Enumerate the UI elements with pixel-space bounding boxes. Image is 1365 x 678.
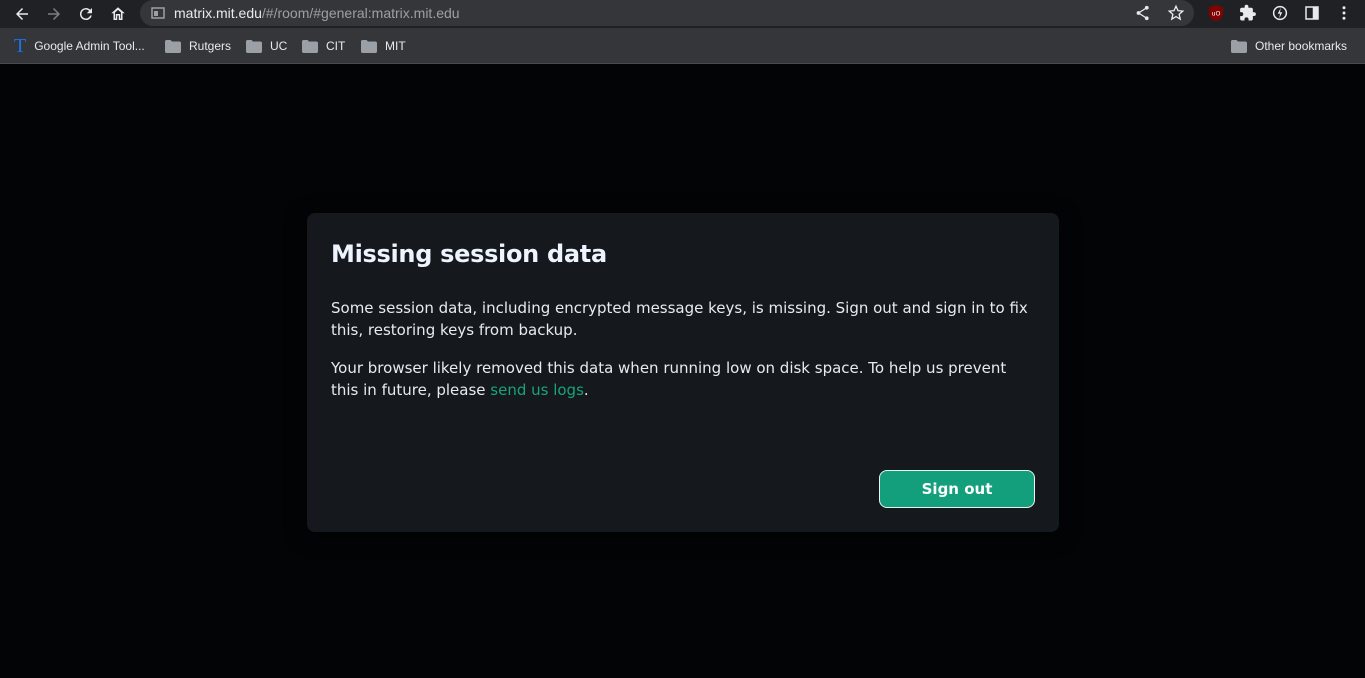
other-bookmarks-folder[interactable]: Other bookmarks xyxy=(1231,37,1347,55)
svg-text:uO: uO xyxy=(1212,11,1221,18)
bookmark-label: CIT xyxy=(326,39,346,53)
bookmark-label: Other bookmarks xyxy=(1255,39,1348,53)
bookmark-google-admin[interactable]: T Google Admin Tool... xyxy=(14,35,145,57)
home-icon xyxy=(111,7,125,20)
reload-button[interactable] xyxy=(74,2,98,26)
bookmark-folder-uc[interactable]: UC xyxy=(246,37,287,55)
folder-icon xyxy=(1231,39,1247,53)
folder-icon xyxy=(165,39,181,53)
back-button[interactable] xyxy=(10,2,34,26)
missing-session-dialog: Missing session data Some session data, … xyxy=(307,213,1059,532)
menu-button[interactable] xyxy=(1334,3,1354,23)
extensions-button[interactable] xyxy=(1238,3,1258,23)
kebab-menu-icon xyxy=(1342,6,1346,20)
bookmark-label: UC xyxy=(270,39,288,53)
arrow-left-icon xyxy=(16,8,28,20)
ublock-extension-button[interactable]: uO xyxy=(1206,3,1226,23)
ublock-icon: uO xyxy=(1208,4,1224,22)
bookmark-folder-rutgers[interactable]: Rutgers xyxy=(165,37,231,55)
bookmark-star-icon[interactable] xyxy=(1167,4,1185,22)
puzzle-icon xyxy=(1240,4,1256,21)
bookmark-label: Rutgers xyxy=(189,39,232,53)
address-bar[interactable]: matrix.mit.edu/#/room/#general:matrix.mi… xyxy=(140,0,1194,26)
bookmark-label: Google Admin Tool... xyxy=(34,39,145,53)
side-panel-icon xyxy=(1305,6,1319,20)
bookmark-folder-cit[interactable]: CIT xyxy=(302,37,345,55)
forward-button[interactable] xyxy=(42,2,66,26)
share-icon[interactable] xyxy=(1134,4,1152,22)
t-logo-icon: T xyxy=(14,35,27,57)
arrow-right-icon xyxy=(48,8,60,20)
performance-button[interactable] xyxy=(1270,3,1290,23)
folder-icon xyxy=(302,39,318,53)
reload-icon xyxy=(79,8,92,21)
logs-message-suffix: . xyxy=(583,381,589,399)
dialog-logs-message: Your browser likely removed this data wh… xyxy=(331,357,1031,401)
folder-icon xyxy=(361,39,377,53)
dialog-message: Some session data, including encrypted m… xyxy=(331,299,1028,339)
send-logs-link[interactable]: send us logs xyxy=(490,381,584,399)
side-panel-button[interactable] xyxy=(1302,3,1322,23)
url-host: matrix.mit.edu xyxy=(174,5,262,21)
logs-message-prefix: Your browser likely removed this data wh… xyxy=(331,359,1007,399)
site-info-icon[interactable] xyxy=(150,5,166,21)
dialog-title: Missing session data xyxy=(331,240,607,268)
folder-icon xyxy=(246,39,262,53)
sign-out-button[interactable]: Sign out xyxy=(879,470,1035,508)
page-content: Missing session data Some session data, … xyxy=(0,64,1365,678)
bookmark-folder-mit[interactable]: MIT xyxy=(361,37,406,55)
home-button[interactable] xyxy=(106,2,130,26)
bookmarks-bar: T Google Admin Tool... Rutgers UC CIT MI… xyxy=(0,28,1365,64)
browser-toolbar: matrix.mit.edu/#/room/#general:matrix.mi… xyxy=(0,0,1365,28)
bookmark-label: MIT xyxy=(385,39,406,53)
speed-icon xyxy=(1272,5,1288,21)
url-path: /#/room/#general:matrix.mit.edu xyxy=(261,5,460,21)
url-text: matrix.mit.edu/#/room/#general:matrix.mi… xyxy=(174,5,460,21)
